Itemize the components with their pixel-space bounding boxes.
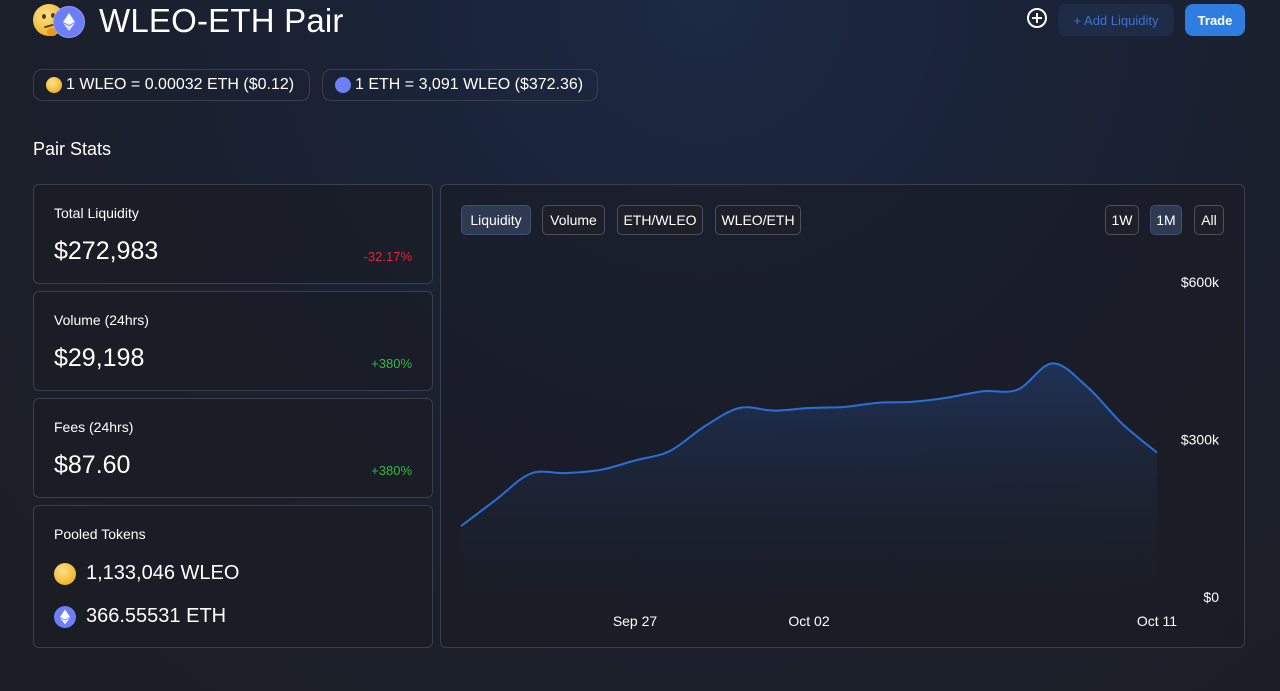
add-liquidity-button[interactable]: + Add Liquidity	[1058, 4, 1174, 36]
chart-panel: Liquidity Volume ETH/WLEO WLEO/ETH 1W 1M…	[440, 184, 1245, 648]
stat-label: Total Liquidity	[54, 205, 139, 221]
liquidity-area	[461, 363, 1157, 597]
fees-card: Fees (24hrs) $87.60 +380%	[33, 398, 433, 498]
pair-logo	[33, 4, 85, 38]
page-title: WLEO-ETH Pair	[99, 2, 344, 39]
stat-change: -32.17%	[363, 249, 412, 264]
total-liquidity-card: Total Liquidity $272,983 -32.17%	[33, 184, 433, 284]
eth-diamond-icon	[335, 77, 351, 93]
volume-card: Volume (24hrs) $29,198 +380%	[33, 291, 433, 391]
y-tick-label: $600k	[1181, 274, 1220, 290]
wleo-price-text: 1 WLEO = 0.00032 ETH ($0.12)	[66, 76, 295, 93]
thinking-face-icon	[46, 77, 62, 93]
eth-price-chip: 1 ETH = 3,091 WLEO ($372.36)	[322, 69, 598, 101]
pooled-eth-row: 366.55531 ETH	[54, 605, 226, 628]
x-tick-label: Oct 11	[1137, 613, 1177, 629]
eth-price-text: 1 ETH = 3,091 WLEO ($372.36)	[355, 76, 584, 93]
stat-label: Pooled Tokens	[54, 526, 146, 542]
section-title: Pair Stats	[33, 139, 112, 159]
stat-value: $29,198	[54, 344, 145, 372]
pooled-wleo-row: 1,133,046 WLEO	[54, 562, 239, 585]
eth-diamond-icon	[54, 605, 76, 628]
y-tick-label: $0	[1203, 589, 1219, 605]
x-tick-label: Oct 02	[788, 613, 829, 629]
thinking-face-icon	[54, 562, 76, 585]
stat-change: +380%	[371, 463, 412, 478]
plus-circle-icon[interactable]	[1027, 8, 1047, 28]
x-tick-label: Sep 27	[613, 613, 658, 629]
wleo-price-chip: 1 WLEO = 0.00032 ETH ($0.12)	[33, 69, 310, 101]
pooled-tokens-card: Pooled Tokens 1,133,046 WLEO 366.55531 E…	[33, 505, 433, 648]
stat-value: $272,983	[54, 237, 159, 265]
liquidity-chart: $600k $300k $0 Sep 27 Oct 02 Oct 11	[460, 274, 1220, 629]
stat-change: +380%	[371, 356, 412, 371]
pooled-wleo-amount: 1,133,046 WLEO	[86, 562, 240, 584]
trade-button[interactable]: Trade	[1185, 4, 1245, 36]
stat-label: Fees (24hrs)	[54, 419, 134, 435]
eth-diamond-icon	[53, 6, 85, 38]
y-tick-label: $300k	[1181, 432, 1220, 448]
stat-label: Volume (24hrs)	[54, 312, 149, 328]
stat-value: $87.60	[54, 451, 131, 479]
pooled-eth-amount: 366.55531 ETH	[86, 605, 227, 627]
